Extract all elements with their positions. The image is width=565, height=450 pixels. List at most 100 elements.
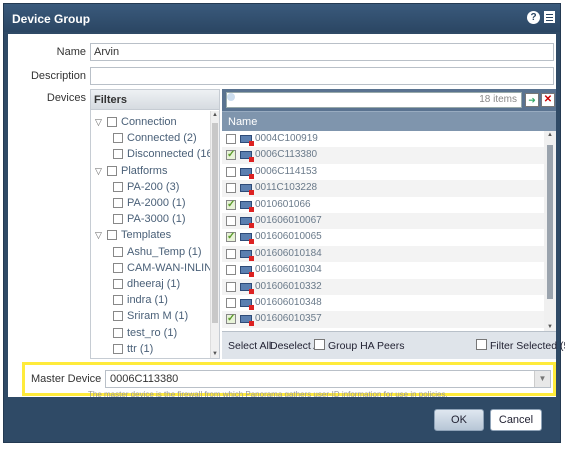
device-row[interactable]: 001606010357 <box>222 311 544 328</box>
device-name: 001606010067 <box>255 215 322 226</box>
filter-label: Disconnected (16) <box>127 148 217 161</box>
filter-checkbox[interactable] <box>107 230 117 241</box>
filter-checkbox[interactable] <box>113 198 123 208</box>
device-row[interactable]: 001606010348 <box>222 295 544 311</box>
ok-button[interactable]: OK <box>434 409 484 431</box>
chevron-down-icon[interactable]: ▼ <box>534 371 550 387</box>
filter-group[interactable]: ▽ Platforms <box>95 163 209 179</box>
filter-item[interactable]: PA-200 (3) <box>113 179 209 195</box>
dialog-title: Device Group <box>12 12 91 26</box>
device-list-scrollbar[interactable]: ▲ ▼ <box>544 131 556 331</box>
scroll-up-icon[interactable]: ▲ <box>546 132 554 138</box>
device-row[interactable]: 0010601066 <box>222 197 544 213</box>
filters-scroll-thumb[interactable] <box>212 123 218 323</box>
select-all-link[interactable]: Select All <box>228 340 271 352</box>
scroll-up-icon[interactable]: ▲ <box>211 112 219 118</box>
scroll-down-icon[interactable]: ▼ <box>211 351 219 357</box>
filter-item[interactable]: Ashu_Temp (1) <box>113 244 209 260</box>
device-search-bar: 18 items ➜ ✕ <box>222 89 556 111</box>
expand-triangle-icon[interactable]: ▽ <box>95 114 105 130</box>
device-checkbox[interactable] <box>226 265 236 276</box>
filter-group[interactable]: ▽ Connection <box>95 114 209 130</box>
filter-checkbox[interactable] <box>113 343 123 354</box>
expand-triangle-icon[interactable]: ▽ <box>95 227 105 243</box>
filter-selected-checkbox[interactable] <box>476 339 487 350</box>
filter-label: dheeraj (1) <box>127 278 181 290</box>
filter-checkbox[interactable] <box>113 246 123 257</box>
filters-header: Filters <box>91 90 219 110</box>
firewall-disconnected-icon <box>240 249 254 261</box>
filter-checkbox[interactable] <box>113 279 123 289</box>
filter-checkbox[interactable] <box>113 149 123 160</box>
filter-checkbox[interactable] <box>113 181 123 192</box>
filter-item[interactable]: indra (1) <box>113 292 209 308</box>
device-checkbox[interactable] <box>226 134 236 144</box>
device-row[interactable]: 001606010065 <box>222 229 544 245</box>
device-checkbox[interactable] <box>226 166 236 177</box>
filter-item[interactable]: Disconnected (16) <box>113 146 216 162</box>
device-checkbox[interactable] <box>226 281 236 292</box>
expand-triangle-icon[interactable]: ▽ <box>95 163 105 179</box>
filter-checkbox[interactable] <box>113 133 123 144</box>
filters-scrollbar[interactable]: ▲ ▼ <box>210 111 219 358</box>
filter-item[interactable]: Connected (2) <box>113 130 209 146</box>
filter-checkbox[interactable] <box>113 214 123 225</box>
help-icon[interactable]: ? <box>527 11 540 24</box>
name-input[interactable]: Arvin <box>90 43 554 61</box>
device-row[interactable]: 0004C100919 <box>222 131 544 147</box>
device-checkbox[interactable] <box>226 298 236 308</box>
filter-checkbox[interactable] <box>113 327 123 338</box>
device-row[interactable]: 0006C113380 <box>222 147 544 164</box>
firewall-disconnected-icon <box>240 184 254 196</box>
filter-item[interactable]: test_ro (1) <box>113 325 209 341</box>
device-rows: 0004C100919 0006C113380 0006C114153 0011C10… <box>222 131 544 331</box>
device-checkbox[interactable] <box>226 147 236 163</box>
filter-checkbox[interactable] <box>107 117 117 127</box>
description-input[interactable] <box>90 67 554 85</box>
device-row[interactable]: 0011C103228 <box>222 180 544 197</box>
filter-item[interactable]: ttr (1) <box>113 341 209 357</box>
device-name: 001606010357 <box>255 313 322 325</box>
filter-label: Tags <box>121 357 144 358</box>
menu-icon[interactable] <box>544 11 555 23</box>
device-name: 0004C100919 <box>255 133 318 144</box>
filter-group[interactable]: ▽ Tags <box>95 357 209 358</box>
device-checkbox[interactable] <box>226 248 236 259</box>
apply-filter-button[interactable]: ➜ <box>525 93 539 107</box>
filter-item[interactable]: Sriram M (1) <box>113 308 209 324</box>
device-row[interactable]: 001606010332 <box>222 278 544 295</box>
expand-triangle-icon[interactable]: ▽ <box>95 357 105 358</box>
device-checkbox[interactable] <box>226 183 236 194</box>
filter-group[interactable]: ▽ Templates <box>95 227 209 243</box>
group-ha-peers-label: Group HA Peers <box>328 340 405 352</box>
firewall-disconnected-icon <box>240 135 254 146</box>
filter-item[interactable]: PA-3000 (1) <box>113 211 209 227</box>
master-device-select[interactable]: 0006C113380 ▼ <box>105 370 551 388</box>
device-checkbox[interactable] <box>226 216 236 226</box>
device-checkbox[interactable] <box>226 197 236 213</box>
device-row[interactable]: 001606010184 <box>222 245 544 263</box>
group-ha-peers-checkbox[interactable] <box>314 339 325 350</box>
cancel-button[interactable]: Cancel <box>490 409 542 431</box>
filter-item[interactable]: PA-2000 (1) <box>113 195 209 211</box>
filter-checkbox[interactable] <box>113 262 123 273</box>
device-checkbox[interactable] <box>226 229 236 245</box>
filter-checkbox[interactable] <box>107 165 117 176</box>
filter-item[interactable]: CAM-WAN-INLINE (1) <box>113 260 219 276</box>
filter-item[interactable]: dheeraj (1) <box>113 276 209 292</box>
device-row[interactable]: 0006C114153 <box>222 164 544 180</box>
filter-checkbox[interactable] <box>113 295 123 306</box>
column-header-name[interactable]: Name <box>222 111 556 131</box>
device-checkbox[interactable] <box>226 311 236 327</box>
device-scroll-thumb[interactable] <box>547 145 553 299</box>
firewall-disconnected-icon <box>240 266 254 278</box>
filter-checkbox[interactable] <box>113 311 123 322</box>
device-search-input[interactable]: 18 items <box>226 92 522 108</box>
device-group-dialog: Device Group ? Name Arvin Description De… <box>3 3 565 443</box>
firewall-disconnected-icon <box>240 282 254 294</box>
device-row[interactable]: 001606010304 <box>222 262 544 278</box>
device-row[interactable]: 001606010067 <box>222 213 544 230</box>
filter-label: PA-2000 (1) <box>127 197 186 209</box>
scroll-down-icon[interactable]: ▼ <box>546 324 554 330</box>
clear-filter-button[interactable]: ✕ <box>541 93 555 107</box>
